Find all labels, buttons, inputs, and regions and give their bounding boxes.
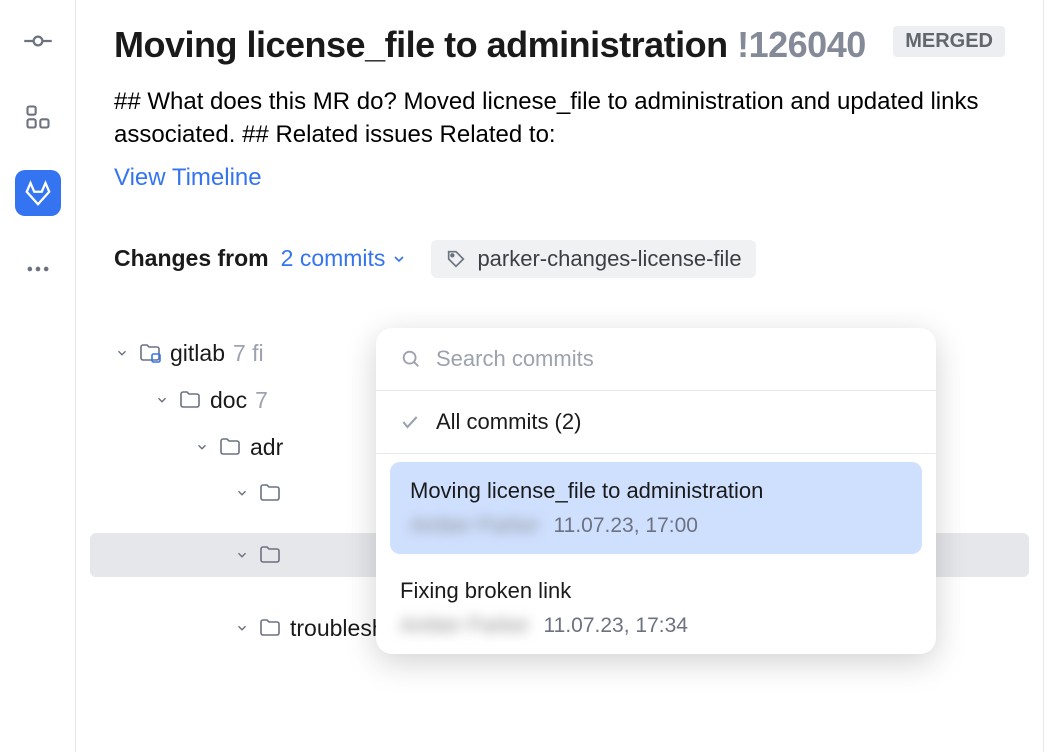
tree-node-name: doc (210, 387, 247, 414)
left-sidebar (0, 0, 76, 752)
gitlab-nav-icon[interactable] (15, 170, 61, 216)
commit-title: Moving license_file to administration (410, 478, 902, 504)
chevron-down-icon (391, 251, 407, 267)
commit-author: Amber Parker (410, 514, 540, 538)
tag-icon (445, 248, 467, 270)
chevron-down-icon (154, 392, 170, 408)
view-timeline-link[interactable]: View Timeline (114, 164, 262, 191)
tree-node-count: 7 fi (233, 340, 264, 367)
search-commits-input[interactable] (436, 346, 912, 372)
chevron-down-icon (194, 439, 210, 455)
more-nav-icon[interactable] (15, 246, 61, 292)
mr-description: ## What does this MR do? Moved licnese_f… (114, 85, 1005, 152)
chevron-down-icon (114, 345, 130, 361)
folder-icon (218, 435, 242, 459)
folder-icon (258, 616, 282, 640)
chevron-down-icon (234, 485, 250, 501)
folder-icon (258, 481, 282, 505)
search-icon (400, 348, 422, 370)
commits-count-text: 2 commits (281, 245, 386, 272)
commits-nav-icon[interactable] (15, 18, 61, 64)
mr-title: Moving license_file to administration !1… (114, 22, 866, 69)
commit-date: 11.07.23, 17:34 (544, 614, 688, 638)
commits-dropdown[interactable]: 2 commits (281, 245, 408, 272)
tree-node-name: gitlab (170, 340, 225, 367)
commit-title: Fixing broken link (400, 578, 912, 604)
apps-nav-icon[interactable] (15, 94, 61, 140)
tree-node-name: adr (250, 434, 283, 461)
folder-icon (258, 543, 282, 567)
commit-date: 11.07.23, 17:00 (554, 514, 698, 538)
check-icon (400, 412, 420, 432)
all-commits-label: All commits (2) (436, 409, 581, 435)
status-badge: MERGED (893, 26, 1005, 57)
commit-item[interactable]: Fixing broken link Amber Parker 11.07.23… (376, 562, 936, 654)
chevron-down-icon (234, 547, 250, 563)
changes-from-label: Changes from (114, 245, 269, 272)
mr-title-text: Moving license_file to administration (114, 24, 728, 65)
tree-node-count: 7 (255, 387, 268, 414)
branch-chip[interactable]: parker-changes-license-file (431, 240, 755, 278)
mr-number: !126040 (737, 24, 866, 65)
commits-search-row (376, 328, 936, 391)
chevron-down-icon (234, 620, 250, 636)
repo-folder-icon (138, 341, 162, 365)
main-panel: Moving license_file to administration !1… (76, 0, 1044, 752)
all-commits-option[interactable]: All commits (2) (376, 391, 936, 454)
branch-name: parker-changes-license-file (477, 246, 741, 272)
commit-item[interactable]: Moving license_file to administration Am… (390, 462, 922, 554)
folder-icon (178, 388, 202, 412)
commits-popup: All commits (2) Moving license_file to a… (376, 328, 936, 654)
commit-author: Amber Parker (400, 614, 530, 638)
